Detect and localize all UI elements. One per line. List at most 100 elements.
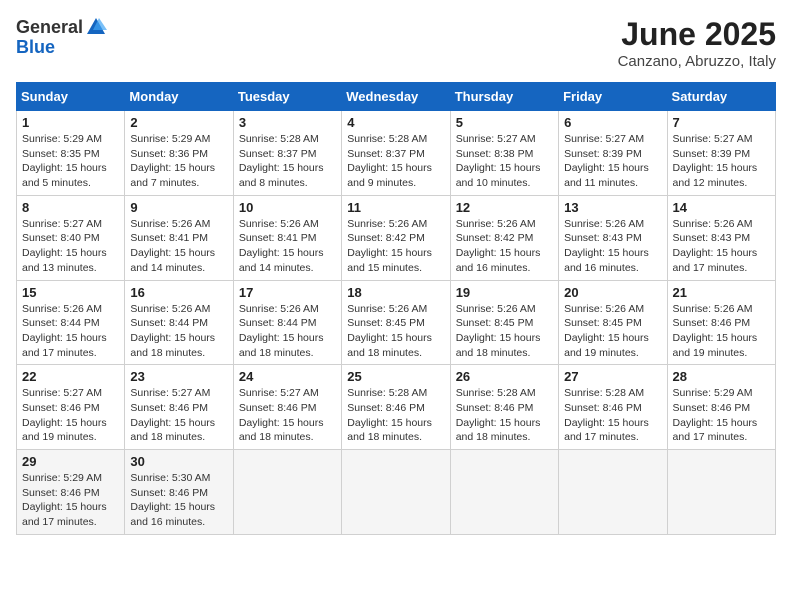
day-info: Sunrise: 5:26 AM Sunset: 8:41 PM Dayligh… bbox=[239, 218, 324, 274]
logo-icon bbox=[85, 16, 107, 38]
day-info: Sunrise: 5:26 AM Sunset: 8:44 PM Dayligh… bbox=[239, 303, 324, 359]
day-number: 4 bbox=[347, 115, 444, 130]
day-number: 6 bbox=[564, 115, 661, 130]
calendar-cell bbox=[233, 450, 341, 535]
day-info: Sunrise: 5:26 AM Sunset: 8:43 PM Dayligh… bbox=[564, 218, 649, 274]
calendar-cell: 17 Sunrise: 5:26 AM Sunset: 8:44 PM Dayl… bbox=[233, 280, 341, 365]
calendar-cell: 5 Sunrise: 5:27 AM Sunset: 8:38 PM Dayli… bbox=[450, 111, 558, 196]
day-info: Sunrise: 5:27 AM Sunset: 8:39 PM Dayligh… bbox=[673, 133, 758, 189]
calendar-cell: 18 Sunrise: 5:26 AM Sunset: 8:45 PM Dayl… bbox=[342, 280, 450, 365]
day-header-sunday: Sunday bbox=[17, 83, 125, 111]
day-info: Sunrise: 5:26 AM Sunset: 8:46 PM Dayligh… bbox=[673, 303, 758, 359]
day-info: Sunrise: 5:29 AM Sunset: 8:46 PM Dayligh… bbox=[673, 387, 758, 443]
calendar-cell: 8 Sunrise: 5:27 AM Sunset: 8:40 PM Dayli… bbox=[17, 195, 125, 280]
day-header-saturday: Saturday bbox=[667, 83, 775, 111]
calendar-cell: 24 Sunrise: 5:27 AM Sunset: 8:46 PM Dayl… bbox=[233, 365, 341, 450]
day-number: 1 bbox=[22, 115, 119, 130]
day-info: Sunrise: 5:27 AM Sunset: 8:40 PM Dayligh… bbox=[22, 218, 107, 274]
day-number: 23 bbox=[130, 369, 227, 384]
calendar-cell: 27 Sunrise: 5:28 AM Sunset: 8:46 PM Dayl… bbox=[559, 365, 667, 450]
day-info: Sunrise: 5:26 AM Sunset: 8:43 PM Dayligh… bbox=[673, 218, 758, 274]
calendar-cell: 7 Sunrise: 5:27 AM Sunset: 8:39 PM Dayli… bbox=[667, 111, 775, 196]
day-header-thursday: Thursday bbox=[450, 83, 558, 111]
day-info: Sunrise: 5:29 AM Sunset: 8:35 PM Dayligh… bbox=[22, 133, 107, 189]
day-info: Sunrise: 5:26 AM Sunset: 8:42 PM Dayligh… bbox=[456, 218, 541, 274]
calendar-cell: 28 Sunrise: 5:29 AM Sunset: 8:46 PM Dayl… bbox=[667, 365, 775, 450]
day-info: Sunrise: 5:26 AM Sunset: 8:45 PM Dayligh… bbox=[347, 303, 432, 359]
day-number: 26 bbox=[456, 369, 553, 384]
calendar-cell: 25 Sunrise: 5:28 AM Sunset: 8:46 PM Dayl… bbox=[342, 365, 450, 450]
day-header-wednesday: Wednesday bbox=[342, 83, 450, 111]
day-number: 17 bbox=[239, 285, 336, 300]
calendar-table: SundayMondayTuesdayWednesdayThursdayFrid… bbox=[16, 82, 776, 535]
calendar-cell: 3 Sunrise: 5:28 AM Sunset: 8:37 PM Dayli… bbox=[233, 111, 341, 196]
calendar-week-2: 8 Sunrise: 5:27 AM Sunset: 8:40 PM Dayli… bbox=[17, 195, 776, 280]
day-info: Sunrise: 5:26 AM Sunset: 8:45 PM Dayligh… bbox=[456, 303, 541, 359]
day-info: Sunrise: 5:30 AM Sunset: 8:46 PM Dayligh… bbox=[130, 472, 215, 528]
day-info: Sunrise: 5:28 AM Sunset: 8:46 PM Dayligh… bbox=[564, 387, 649, 443]
day-header-tuesday: Tuesday bbox=[233, 83, 341, 111]
day-number: 29 bbox=[22, 454, 119, 469]
day-number: 9 bbox=[130, 200, 227, 215]
calendar-cell: 10 Sunrise: 5:26 AM Sunset: 8:41 PM Dayl… bbox=[233, 195, 341, 280]
day-info: Sunrise: 5:29 AM Sunset: 8:46 PM Dayligh… bbox=[22, 472, 107, 528]
day-number: 15 bbox=[22, 285, 119, 300]
day-number: 19 bbox=[456, 285, 553, 300]
day-number: 25 bbox=[347, 369, 444, 384]
day-number: 8 bbox=[22, 200, 119, 215]
day-number: 7 bbox=[673, 115, 770, 130]
day-number: 21 bbox=[673, 285, 770, 300]
calendar-cell: 21 Sunrise: 5:26 AM Sunset: 8:46 PM Dayl… bbox=[667, 280, 775, 365]
day-info: Sunrise: 5:26 AM Sunset: 8:44 PM Dayligh… bbox=[130, 303, 215, 359]
day-number: 12 bbox=[456, 200, 553, 215]
calendar-cell: 23 Sunrise: 5:27 AM Sunset: 8:46 PM Dayl… bbox=[125, 365, 233, 450]
day-header-friday: Friday bbox=[559, 83, 667, 111]
day-number: 14 bbox=[673, 200, 770, 215]
day-number: 20 bbox=[564, 285, 661, 300]
title-block: June 2025 Canzano, Abruzzo, Italy bbox=[618, 16, 776, 70]
calendar-cell: 13 Sunrise: 5:26 AM Sunset: 8:43 PM Dayl… bbox=[559, 195, 667, 280]
logo: General Blue bbox=[16, 16, 107, 58]
calendar-cell: 16 Sunrise: 5:26 AM Sunset: 8:44 PM Dayl… bbox=[125, 280, 233, 365]
day-number: 30 bbox=[130, 454, 227, 469]
calendar-cell bbox=[667, 450, 775, 535]
day-number: 22 bbox=[22, 369, 119, 384]
calendar-cell: 26 Sunrise: 5:28 AM Sunset: 8:46 PM Dayl… bbox=[450, 365, 558, 450]
day-number: 18 bbox=[347, 285, 444, 300]
day-number: 27 bbox=[564, 369, 661, 384]
day-number: 3 bbox=[239, 115, 336, 130]
month-title: June 2025 bbox=[618, 16, 776, 53]
calendar-week-5: 29 Sunrise: 5:29 AM Sunset: 8:46 PM Dayl… bbox=[17, 450, 776, 535]
day-number: 16 bbox=[130, 285, 227, 300]
day-number: 24 bbox=[239, 369, 336, 384]
page-header: General Blue June 2025 Canzano, Abruzzo,… bbox=[16, 16, 776, 70]
calendar-cell: 6 Sunrise: 5:27 AM Sunset: 8:39 PM Dayli… bbox=[559, 111, 667, 196]
day-info: Sunrise: 5:26 AM Sunset: 8:41 PM Dayligh… bbox=[130, 218, 215, 274]
calendar-cell: 20 Sunrise: 5:26 AM Sunset: 8:45 PM Dayl… bbox=[559, 280, 667, 365]
location-subtitle: Canzano, Abruzzo, Italy bbox=[618, 53, 776, 70]
day-info: Sunrise: 5:26 AM Sunset: 8:44 PM Dayligh… bbox=[22, 303, 107, 359]
calendar-cell: 4 Sunrise: 5:28 AM Sunset: 8:37 PM Dayli… bbox=[342, 111, 450, 196]
day-info: Sunrise: 5:27 AM Sunset: 8:46 PM Dayligh… bbox=[130, 387, 215, 443]
day-info: Sunrise: 5:28 AM Sunset: 8:37 PM Dayligh… bbox=[347, 133, 432, 189]
calendar-cell: 29 Sunrise: 5:29 AM Sunset: 8:46 PM Dayl… bbox=[17, 450, 125, 535]
logo-blue: Blue bbox=[16, 37, 55, 57]
calendar-cell bbox=[450, 450, 558, 535]
calendar-header-row: SundayMondayTuesdayWednesdayThursdayFrid… bbox=[17, 83, 776, 111]
day-info: Sunrise: 5:26 AM Sunset: 8:42 PM Dayligh… bbox=[347, 218, 432, 274]
calendar-cell: 12 Sunrise: 5:26 AM Sunset: 8:42 PM Dayl… bbox=[450, 195, 558, 280]
calendar-cell: 9 Sunrise: 5:26 AM Sunset: 8:41 PM Dayli… bbox=[125, 195, 233, 280]
day-info: Sunrise: 5:27 AM Sunset: 8:39 PM Dayligh… bbox=[564, 133, 649, 189]
calendar-cell: 15 Sunrise: 5:26 AM Sunset: 8:44 PM Dayl… bbox=[17, 280, 125, 365]
logo-general: General bbox=[16, 18, 83, 36]
calendar-cell: 30 Sunrise: 5:30 AM Sunset: 8:46 PM Dayl… bbox=[125, 450, 233, 535]
calendar-cell: 14 Sunrise: 5:26 AM Sunset: 8:43 PM Dayl… bbox=[667, 195, 775, 280]
calendar-cell bbox=[559, 450, 667, 535]
calendar-cell: 11 Sunrise: 5:26 AM Sunset: 8:42 PM Dayl… bbox=[342, 195, 450, 280]
day-number: 13 bbox=[564, 200, 661, 215]
calendar-week-1: 1 Sunrise: 5:29 AM Sunset: 8:35 PM Dayli… bbox=[17, 111, 776, 196]
day-info: Sunrise: 5:29 AM Sunset: 8:36 PM Dayligh… bbox=[130, 133, 215, 189]
calendar-cell: 1 Sunrise: 5:29 AM Sunset: 8:35 PM Dayli… bbox=[17, 111, 125, 196]
calendar-cell: 2 Sunrise: 5:29 AM Sunset: 8:36 PM Dayli… bbox=[125, 111, 233, 196]
calendar-cell bbox=[342, 450, 450, 535]
